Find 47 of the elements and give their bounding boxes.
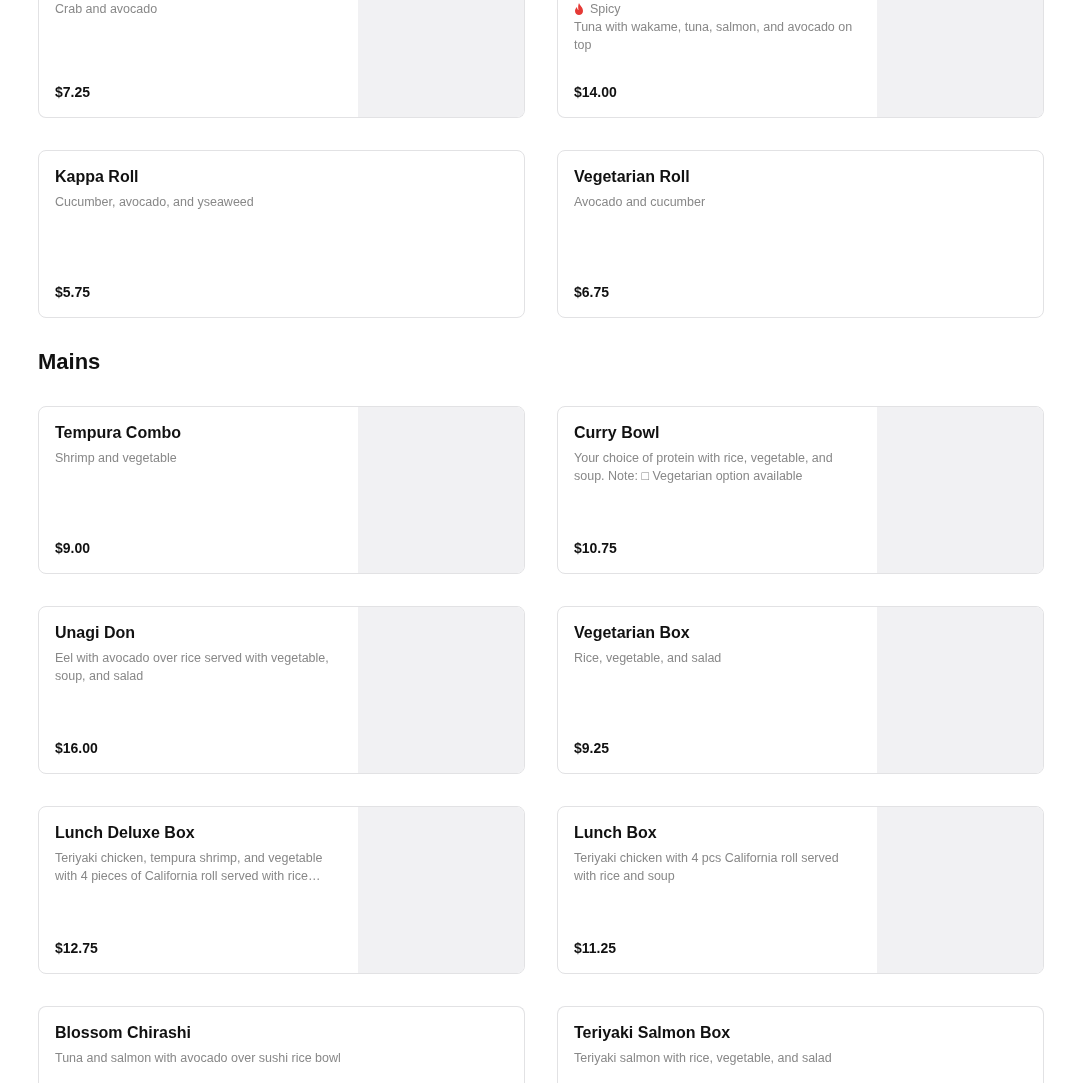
- menu-item-card[interactable]: Blossom Chirashi Tuna and salmon with avocado over sushi rice bowl: [38, 1006, 525, 1083]
- menu-item-card[interactable]: Crab and avocado $7.25: [38, 0, 525, 118]
- menu-item-card[interactable]: Lunch Deluxe Box Teriyaki chicken, tempura shrimp, and vegetable with 4 pieces of California roll served with rice… $12.75: [38, 806, 525, 974]
- item-name: Tempura Combo: [55, 423, 182, 443]
- item-price: $11.25: [574, 939, 618, 957]
- menu-item-card[interactable]: Vegetarian Box Rice, vegetable, and salad $9.25: [557, 606, 1044, 774]
- menu-item-card[interactable]: Lunch Box Teriyaki chicken with 4 pcs California roll served with rice and soup $11.25: [557, 806, 1044, 974]
- item-price: $9.25: [574, 739, 611, 757]
- item-price: $6.75: [574, 283, 611, 301]
- item-name: Vegetarian Box: [574, 623, 691, 643]
- item-description: Avocado and cucumber: [574, 194, 707, 211]
- item-price: $9.00: [55, 539, 92, 557]
- menu-item-card[interactable]: Spicy Tuna with wakame, tuna, salmon, and avocado on top $14.00: [557, 0, 1044, 118]
- menu-item-card[interactable]: Curry Bowl Your choice of protein with rice, vegetable, and soup. Note: □ Vegetarian option available $10.75: [557, 406, 1044, 574]
- item-price: $12.75: [55, 939, 99, 957]
- menu-item-card[interactable]: Teriyaki Salmon Box Teriyaki salmon with rice, vegetable, and salad: [557, 1006, 1044, 1083]
- item-name: Teriyaki Salmon Box: [574, 1023, 732, 1043]
- item-description: Eel with avocado over rice served with vegetable, soup, and salad: [55, 650, 330, 685]
- item-description: Crab and avocado: [55, 1, 159, 18]
- item-name: Lunch Box: [574, 823, 658, 843]
- item-name: Unagi Don: [55, 623, 136, 643]
- item-price: $16.00: [55, 739, 99, 757]
- item-price: $7.25: [55, 83, 92, 101]
- item-price: $10.75: [574, 539, 618, 557]
- item-price: $5.75: [55, 283, 92, 301]
- flame-icon: [574, 3, 584, 15]
- item-description: Teriyaki chicken with 4 pcs California roll served with rice and soup: [574, 850, 840, 885]
- menu-item-card[interactable]: Vegetarian Roll Avocado and cucumber $6.75: [557, 150, 1044, 318]
- item-description: Your choice of protein with rice, vegetable, and soup. Note: □ Vegetarian option available: [574, 450, 834, 485]
- item-name: Kappa Roll: [55, 167, 140, 187]
- section-heading: Mains: [38, 350, 102, 374]
- tag-label: Spicy: [590, 1, 621, 18]
- item-description: Rice, vegetable, and salad: [574, 650, 723, 667]
- item-description: Cucumber, avocado, and yseaweed: [55, 194, 255, 211]
- item-description: Tuna and salmon with avocado over sushi rice bowl: [55, 1050, 342, 1067]
- menu-item-card[interactable]: Tempura Combo Shrimp and vegetable $9.00: [38, 406, 525, 574]
- item-description: Teriyaki salmon with rice, vegetable, and salad: [574, 1050, 833, 1067]
- item-description: Teriyaki chicken, tempura shrimp, and vegetable with 4 pieces of California roll served with rice…: [55, 850, 324, 885]
- item-name: Blossom Chirashi: [55, 1023, 193, 1043]
- item-description: Shrimp and vegetable: [55, 450, 178, 467]
- menu-item-card[interactable]: Unagi Don Eel with avocado over rice served with vegetable, soup, and salad $16.00: [38, 606, 525, 774]
- item-price: $14.00: [574, 83, 618, 101]
- item-description: Tuna with wakame, tuna, salmon, and avocado on top: [574, 19, 854, 54]
- item-name: Curry Bowl: [574, 423, 661, 443]
- item-name: Vegetarian Roll: [574, 167, 691, 187]
- menu-item-card[interactable]: Kappa Roll Cucumber, avocado, and yseaweed $5.75: [38, 150, 525, 318]
- item-name: Lunch Deluxe Box: [55, 823, 196, 843]
